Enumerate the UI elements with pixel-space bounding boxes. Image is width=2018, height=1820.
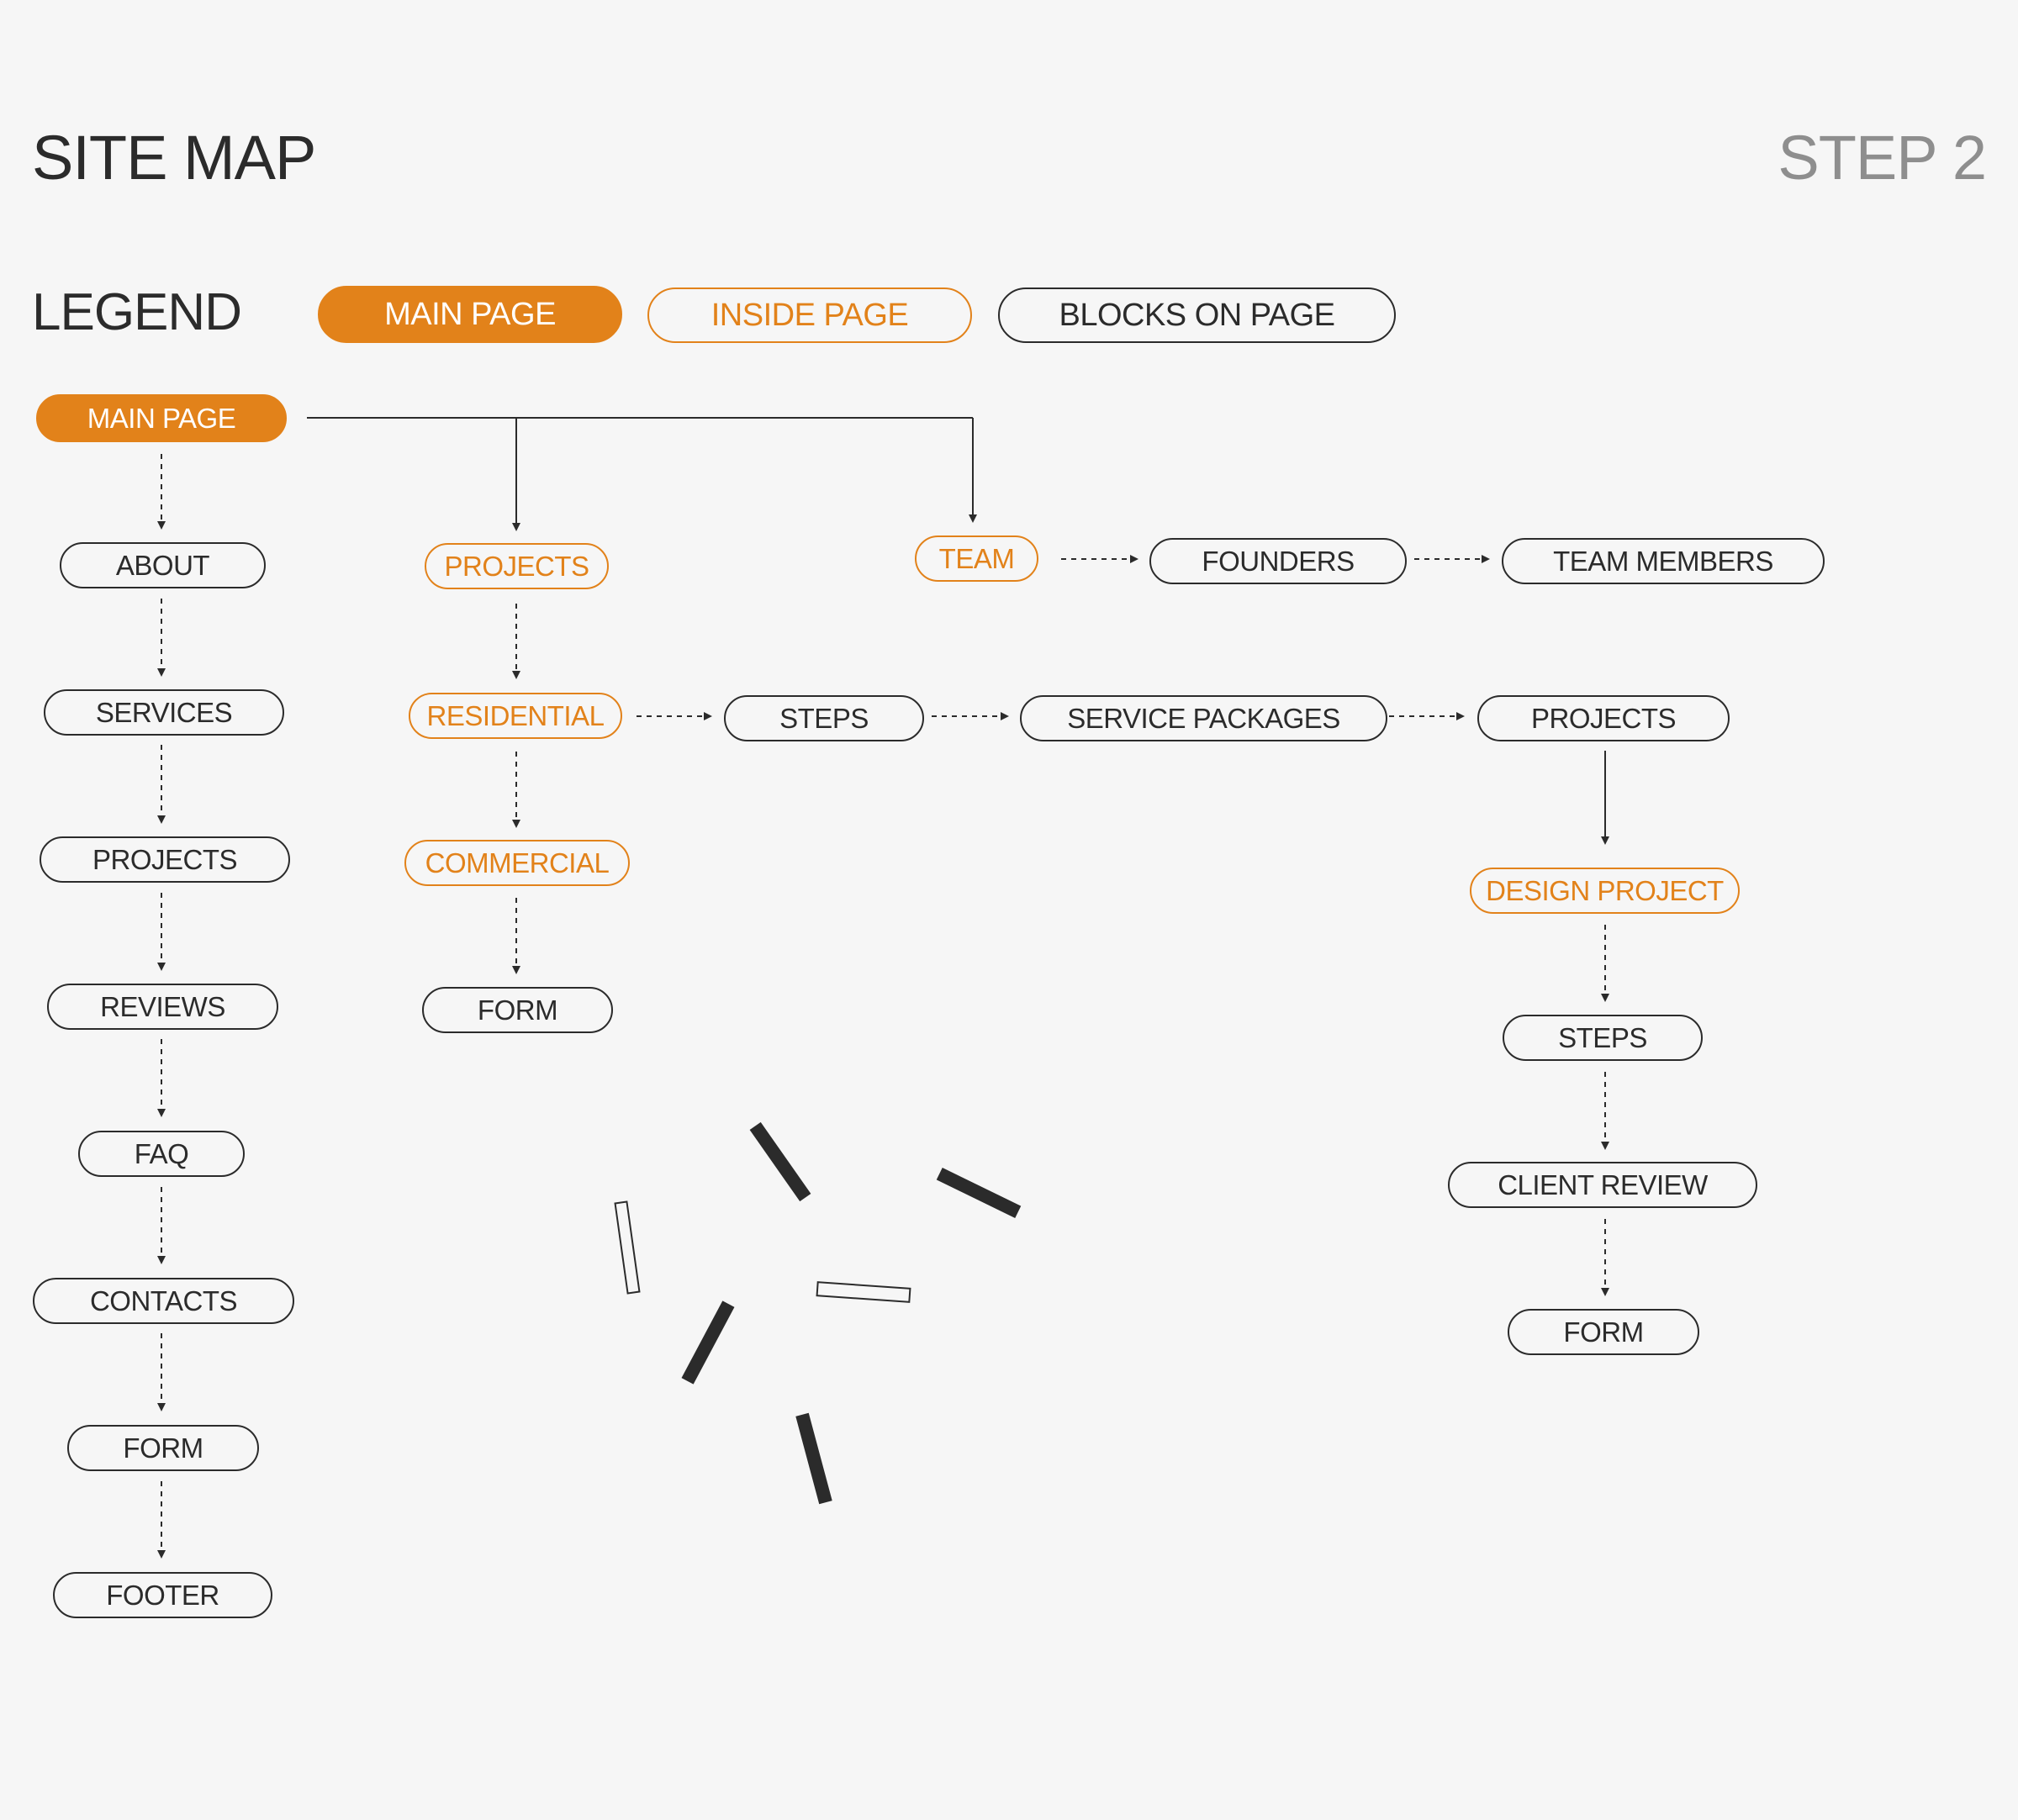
block-design-steps: STEPS bbox=[1503, 1015, 1703, 1061]
inside-residential: RESIDENTIAL bbox=[409, 693, 622, 739]
block-contacts: CONTACTS bbox=[33, 1278, 294, 1324]
block-residential-steps: STEPS bbox=[724, 695, 924, 741]
block-founders: FOUNDERS bbox=[1149, 538, 1407, 584]
inside-team: TEAM bbox=[915, 535, 1038, 582]
block-client-review: CLIENT REVIEW bbox=[1448, 1162, 1757, 1208]
block-design-form: FORM bbox=[1508, 1309, 1699, 1355]
block-about: ABOUT bbox=[60, 542, 266, 588]
decorative-bars bbox=[681, 1121, 1022, 1505]
block-footer: FOOTER bbox=[53, 1572, 272, 1618]
inside-projects: PROJECTS bbox=[425, 543, 609, 589]
block-residential-projects: PROJECTS bbox=[1477, 695, 1730, 741]
block-faq: FAQ bbox=[78, 1131, 245, 1177]
decorative-outline-bars bbox=[614, 1200, 911, 1303]
block-service-packages: SERVICE PACKAGES bbox=[1020, 695, 1387, 741]
block-projects: PROJECTS bbox=[40, 836, 290, 883]
inside-commercial: COMMERCIAL bbox=[404, 840, 630, 886]
block-team-members: TEAM MEMBERS bbox=[1502, 538, 1825, 584]
block-services: SERVICES bbox=[44, 689, 284, 736]
inside-design-project: DESIGN PROJECT bbox=[1470, 868, 1740, 914]
block-reviews: REVIEWS bbox=[47, 984, 278, 1030]
block-projects-form: FORM bbox=[422, 987, 613, 1033]
main-page-node: MAIN PAGE bbox=[36, 394, 287, 442]
link-main-to-projects bbox=[307, 417, 973, 530]
block-form: FORM bbox=[67, 1425, 259, 1471]
